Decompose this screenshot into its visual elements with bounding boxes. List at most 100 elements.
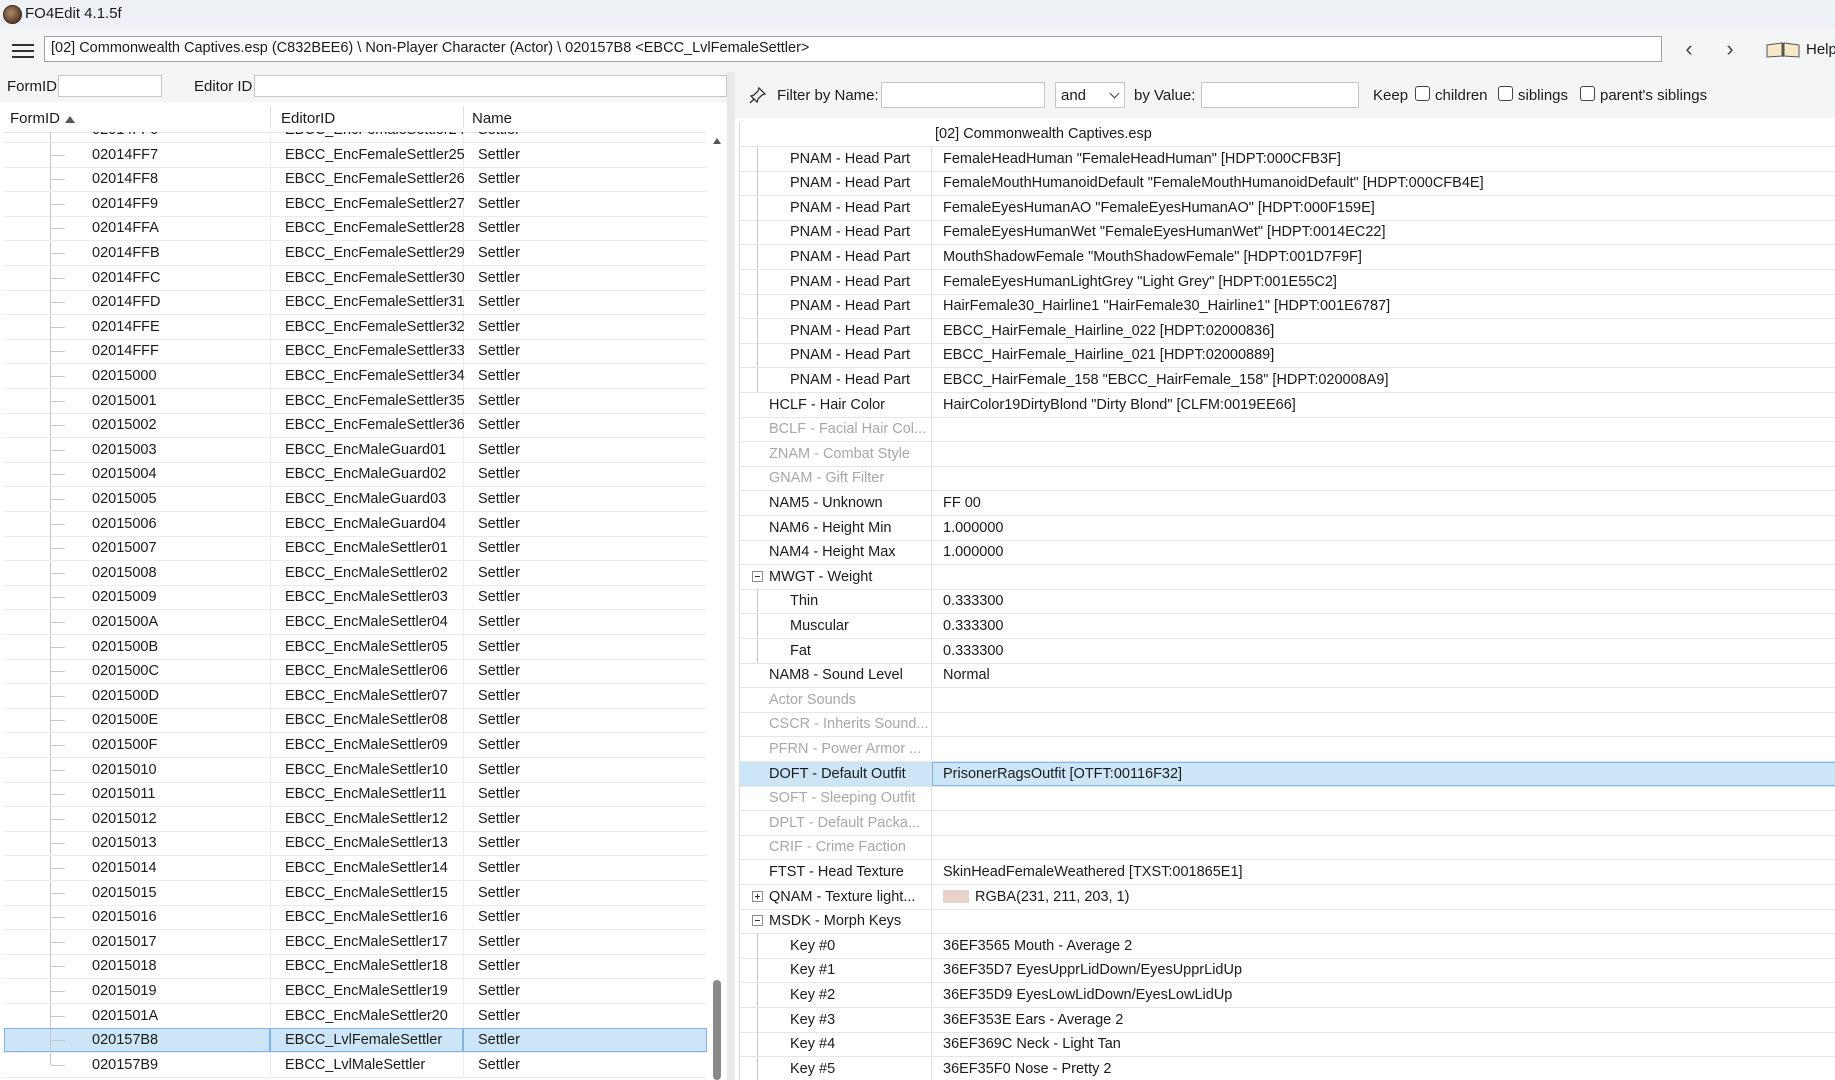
table-row[interactable]: 02015012 EBCC_EncMaleSettler12 Settler bbox=[4, 806, 707, 832]
table-row[interactable]: 02015000 EBCC_EncFemaleSettler34 Settler bbox=[4, 364, 707, 389]
table-row[interactable]: 02014FF7 EBCC_EncFemaleSettler25 Settler bbox=[4, 142, 707, 168]
record-field-row[interactable]: QNAM - Texture light... RGBA(231, 211, 20… bbox=[740, 884, 1835, 910]
record-field-row[interactable]: MWGT - Weight bbox=[740, 564, 1835, 590]
table-row[interactable]: 020157B9 EBCC_LvlMaleSettler Settler bbox=[4, 1052, 707, 1078]
scroll-up-arrow-icon[interactable] bbox=[713, 138, 721, 144]
table-row[interactable]: 02015014 EBCC_EncMaleSettler14 Settler bbox=[4, 856, 707, 881]
table-row[interactable]: 02015013 EBCC_EncMaleSettler13 Settler bbox=[4, 831, 707, 857]
record-field-row[interactable]: PNAM - Head Part HairFemale30_Hairline1 "… bbox=[740, 294, 1835, 320]
editorid-search-input[interactable] bbox=[254, 75, 727, 97]
table-row[interactable]: 02015004 EBCC_EncMaleGuard02 Settler bbox=[4, 462, 707, 488]
table-row[interactable]: 020157B8 EBCC_LvlFemaleSettler Settler bbox=[4, 1028, 707, 1054]
table-row[interactable]: 0201500B EBCC_EncMaleSettler05 Settler bbox=[4, 634, 707, 660]
keep-siblings-checkbox[interactable] bbox=[1498, 86, 1513, 101]
filter-value-input[interactable] bbox=[1201, 82, 1359, 108]
table-row[interactable]: 0201500E EBCC_EncMaleSettler08 Settler bbox=[4, 708, 707, 734]
filter-name-input[interactable] bbox=[881, 82, 1045, 108]
pane-splitter[interactable] bbox=[727, 72, 735, 1080]
back-arrow-icon[interactable]: ‹ bbox=[1679, 38, 1699, 60]
record-field-row[interactable]: NAM4 - Height Max 1.000000 bbox=[740, 540, 1835, 566]
scrollbar-thumb[interactable] bbox=[713, 980, 721, 1080]
table-row[interactable]: 0201500D EBCC_EncMaleSettler07 Settler bbox=[4, 683, 707, 709]
record-field-row[interactable]: NAM8 - Sound Level Normal bbox=[740, 663, 1835, 689]
record-field-row[interactable]: BCLF - Facial Hair Col... bbox=[740, 417, 1835, 443]
record-field-row[interactable]: FTST - Head Texture SkinHeadFemaleWeather… bbox=[740, 860, 1835, 885]
table-row[interactable]: 02015015 EBCC_EncMaleSettler15 Settler bbox=[4, 880, 707, 906]
collapse-icon[interactable] bbox=[752, 570, 763, 582]
table-row[interactable]: 02015018 EBCC_EncMaleSettler18 Settler bbox=[4, 954, 707, 980]
table-row[interactable]: 02015003 EBCC_EncMaleGuard01 Settler bbox=[4, 437, 707, 463]
formid-search-input[interactable] bbox=[58, 75, 162, 97]
record-field-row[interactable]: MSDK - Morph Keys bbox=[740, 909, 1835, 935]
column-header-name[interactable]: Name bbox=[472, 110, 512, 127]
filter-operator-select[interactable]: and bbox=[1055, 82, 1125, 108]
keep-parents-siblings-checkbox[interactable] bbox=[1580, 86, 1595, 101]
record-field-row[interactable]: Thin 0.333300 bbox=[740, 589, 1835, 615]
record-field-row[interactable]: CRIF - Crime Faction bbox=[740, 835, 1835, 861]
record-field-row[interactable]: DPLT - Default Packa... bbox=[740, 810, 1835, 836]
record-field-row[interactable]: PNAM - Head Part EBCC_HairFemale_Hairline… bbox=[740, 318, 1835, 344]
table-row[interactable]: 02014FFE EBCC_EncFemaleSettler32 Settler bbox=[4, 314, 707, 340]
record-path-field[interactable]: [02] Commonwealth Captives.esp (C832BEE6… bbox=[44, 36, 1662, 62]
record-field-row[interactable]: PNAM - Head Part FemaleEyesHumanWet "Fema… bbox=[740, 220, 1835, 246]
record-field-row[interactable]: PNAM - Head Part FemaleHeadHuman "FemaleH… bbox=[740, 146, 1835, 172]
help-button[interactable]: Help bbox=[1766, 41, 1835, 63]
table-row[interactable]: 02014FFB EBCC_EncFemaleSettler29 Settler bbox=[4, 241, 707, 266]
record-field-row[interactable]: SOFT - Sleeping Outfit bbox=[740, 786, 1835, 812]
table-row[interactable]: 0201500A EBCC_EncMaleSettler04 Settler bbox=[4, 610, 707, 635]
table-row[interactable]: 02015019 EBCC_EncMaleSettler19 Settler bbox=[4, 979, 707, 1004]
record-field-row[interactable]: PNAM - Head Part FemaleEyesHumanLightGrey… bbox=[740, 269, 1835, 295]
record-field-row[interactable]: Key #2 36EF35D9 EyesLowLidDown/EyesLowLid… bbox=[740, 983, 1835, 1008]
record-field-row[interactable]: Key #3 36EF353E Ears - Average 2 bbox=[740, 1007, 1835, 1033]
table-row[interactable]: 0201501A EBCC_EncMaleSettler20 Settler bbox=[4, 1003, 707, 1029]
record-field-row[interactable]: Muscular 0.333300 bbox=[740, 614, 1835, 639]
collapse-icon[interactable] bbox=[752, 915, 763, 927]
table-row[interactable]: 02015002 EBCC_EncFemaleSettler36 Settler bbox=[4, 413, 707, 439]
table-row[interactable]: 02015006 EBCC_EncMaleGuard04 Settler bbox=[4, 511, 707, 537]
keep-children-checkbox[interactable] bbox=[1415, 86, 1430, 101]
record-field-row[interactable]: PNAM - Head Part EBCC_HairFemale_158 "EBC… bbox=[740, 368, 1835, 393]
table-row[interactable]: 02015016 EBCC_EncMaleSettler16 Settler bbox=[4, 905, 707, 931]
record-field-row[interactable]: Actor Sounds bbox=[740, 687, 1835, 713]
record-field-row[interactable]: Key #0 36EF3565 Mouth - Average 2 bbox=[740, 933, 1835, 959]
record-field-row[interactable]: PFRN - Power Armor ... bbox=[740, 737, 1835, 762]
record-field-row[interactable]: HCLF - Hair Color HairColor19DirtyBlond "… bbox=[740, 392, 1835, 418]
table-row[interactable]: 02014FFC EBCC_EncFemaleSettler30 Settler bbox=[4, 265, 707, 291]
record-field-row[interactable]: PNAM - Head Part FemaleMouthHumanoidDefau… bbox=[740, 171, 1835, 197]
record-field-row[interactable]: PNAM - Head Part EBCC_HairFemale_Hairline… bbox=[740, 343, 1835, 369]
record-field-row[interactable]: CSCR - Inherits Sound... bbox=[740, 712, 1835, 738]
record-field-row[interactable]: ZNAM - Combat Style bbox=[740, 441, 1835, 467]
table-row[interactable]: 02015008 EBCC_EncMaleSettler02 Settler bbox=[4, 560, 707, 586]
menu-icon[interactable] bbox=[12, 44, 34, 58]
table-row[interactable]: 02015001 EBCC_EncFemaleSettler35 Settler bbox=[4, 388, 707, 414]
record-field-row[interactable]: DOFT - Default Outfit PrisonerRagsOutfit … bbox=[740, 761, 1835, 787]
table-row[interactable]: 02015007 EBCC_EncMaleSettler01 Settler bbox=[4, 536, 707, 562]
table-row[interactable]: 02015010 EBCC_EncMaleSettler10 Settler bbox=[4, 757, 707, 783]
expand-icon[interactable] bbox=[752, 890, 763, 902]
record-field-row[interactable]: Fat 0.333300 bbox=[740, 638, 1835, 664]
record-field-row[interactable]: PNAM - Head Part MouthShadowFemale "Mouth… bbox=[740, 245, 1835, 270]
table-row[interactable]: 02015017 EBCC_EncMaleSettler17 Settler bbox=[4, 929, 707, 955]
record-field-row[interactable]: Key #5 36EF35F0 Nose - Pretty 2 bbox=[740, 1056, 1835, 1080]
forward-arrow-icon[interactable]: › bbox=[1720, 38, 1740, 60]
record-field-row[interactable]: Key #4 36EF369C Neck - Light Tan bbox=[740, 1032, 1835, 1058]
table-row[interactable]: 02014FFA EBCC_EncFemaleSettler28 Settler bbox=[4, 216, 707, 242]
column-header-formid[interactable]: FormID bbox=[10, 110, 75, 127]
table-row[interactable]: 02014FF9 EBCC_EncFemaleSettler27 Settler bbox=[4, 191, 707, 217]
record-list-scrollbar[interactable] bbox=[710, 132, 724, 1080]
record-field-row[interactable]: GNAM - Gift Filter bbox=[740, 466, 1835, 492]
table-row[interactable]: 0201500C EBCC_EncMaleSettler06 Settler bbox=[4, 659, 707, 685]
column-divider[interactable] bbox=[270, 106, 271, 128]
pin-icon[interactable] bbox=[749, 86, 767, 104]
record-field-row[interactable]: NAM6 - Height Min 1.000000 bbox=[740, 515, 1835, 541]
table-row[interactable]: 02014FFF EBCC_EncFemaleSettler33 Settler bbox=[4, 339, 707, 365]
table-row[interactable]: 02015005 EBCC_EncMaleGuard03 Settler bbox=[4, 487, 707, 512]
table-row[interactable]: 0201500F EBCC_EncMaleSettler09 Settler bbox=[4, 733, 707, 758]
column-divider[interactable] bbox=[463, 106, 464, 128]
record-field-row[interactable]: PNAM - Head Part FemaleEyesHumanAO "Femal… bbox=[740, 195, 1835, 221]
table-row[interactable]: 02015009 EBCC_EncMaleSettler03 Settler bbox=[4, 585, 707, 611]
record-field-row[interactable]: Key #1 36EF35D7 EyesUpprLidDown/EyesUpprL… bbox=[740, 958, 1835, 984]
column-header-editorid[interactable]: EditorID bbox=[281, 110, 335, 127]
table-row[interactable]: 02014FF6 EBCC_EncFemaleSettler24 Settler bbox=[4, 132, 707, 143]
record-field-row[interactable]: NAM5 - Unknown FF 00 bbox=[740, 491, 1835, 516]
